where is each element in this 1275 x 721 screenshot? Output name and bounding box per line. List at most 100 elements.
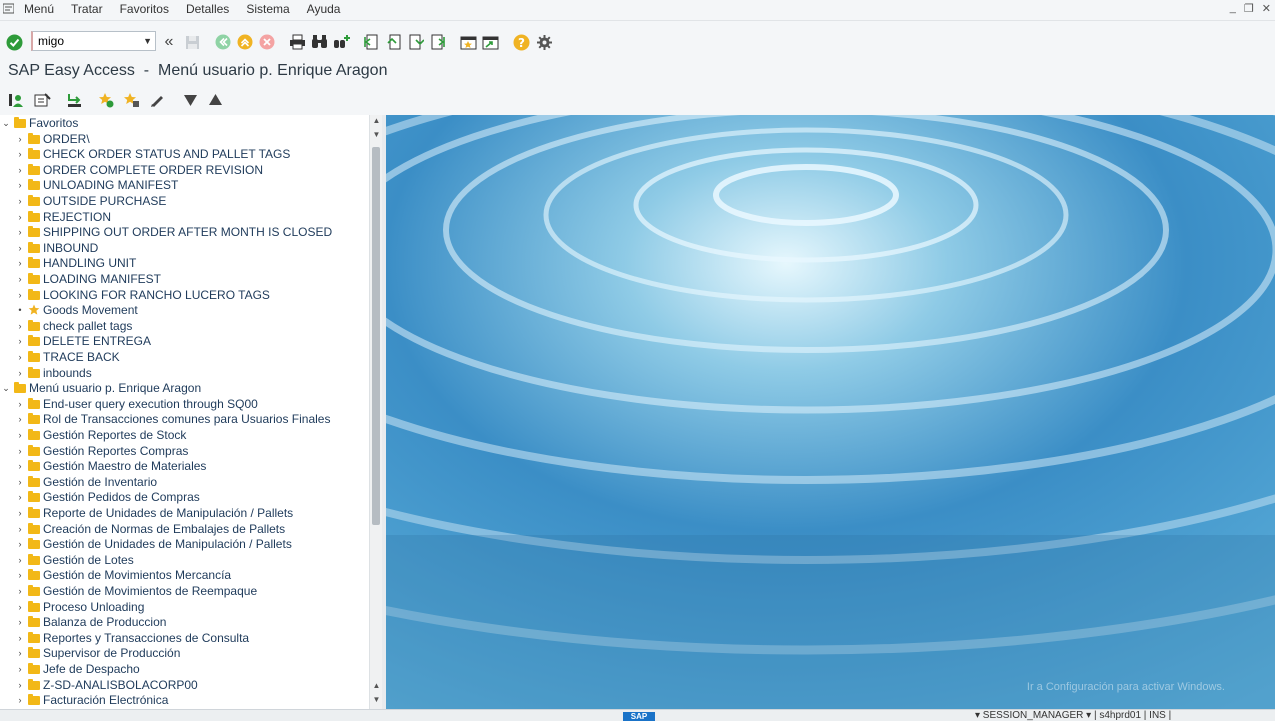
- menu-item-4[interactable]: Sistema: [246, 2, 289, 16]
- tree-item-favorite[interactable]: › ORDER\: [14, 131, 90, 147]
- first-page-button[interactable]: [362, 33, 380, 51]
- exit-button[interactable]: [236, 33, 254, 51]
- tree-item-favorite[interactable]: › SHIPPING OUT ORDER AFTER MONTH IS CLOSE…: [14, 224, 333, 240]
- menu-item-3[interactable]: Detalles: [186, 2, 229, 16]
- chevron-right-icon[interactable]: ›: [14, 321, 26, 331]
- chevron-right-icon[interactable]: ›: [14, 617, 26, 627]
- minimize-button[interactable]: _: [1230, 2, 1236, 15]
- tree-item-user-menu[interactable]: › Facturación Electrónica: [14, 692, 169, 708]
- chevron-right-icon[interactable]: ›: [14, 274, 26, 284]
- tree-item-user-menu[interactable]: › End-user query execution through SQ00: [14, 396, 258, 412]
- chevron-right-icon[interactable]: ›: [14, 165, 26, 175]
- tree-item-favorite[interactable]: › CHECK ORDER STATUS AND PALLET TAGS: [14, 146, 291, 162]
- chevron-right-icon[interactable]: ›: [14, 602, 26, 612]
- tree-item-user-menu[interactable]: › Gestión de Movimientos de Reempaque: [14, 583, 258, 599]
- tree-item-favorite[interactable]: › check pallet tags: [14, 318, 133, 334]
- tree-item-user-menu[interactable]: › Gestión de Movimientos Mercancía: [14, 567, 232, 583]
- chevron-right-icon[interactable]: ›: [14, 212, 26, 222]
- tree-item-user-menu[interactable]: › Reportes y Transacciones de Consulta: [14, 630, 250, 646]
- tree-root-favorites[interactable]: ⌄ Favoritos: [0, 115, 78, 131]
- tree-item-favorite[interactable]: › LOOKING FOR RANCHO LUCERO TAGS: [14, 287, 270, 303]
- tree-item-favorite[interactable]: › HANDLING UNIT: [14, 255, 137, 271]
- chevron-right-icon[interactable]: ›: [14, 243, 26, 253]
- tree-item-user-menu[interactable]: › Balanza de Produccion: [14, 614, 167, 630]
- command-field[interactable]: ▼: [31, 31, 156, 51]
- tree-item-user-menu[interactable]: › Gestión Pedidos de Compras: [14, 489, 200, 505]
- save-button[interactable]: [183, 33, 201, 51]
- tree-item-user-menu[interactable]: › Reporte de Unidades de Manipulación / P…: [14, 505, 294, 521]
- tree-item-user-menu[interactable]: › Gestión Reportes Compras: [14, 443, 189, 459]
- chevron-right-icon[interactable]: ›: [14, 290, 26, 300]
- chevron-right-icon[interactable]: ›: [14, 461, 26, 471]
- find-next-button[interactable]: [332, 33, 350, 51]
- tree-item-favorite[interactable]: › DELETE ENTREGA: [14, 333, 152, 349]
- tree-scrollbar[interactable]: ▲ ▼ ▲ ▼: [369, 115, 383, 709]
- user-menu-button[interactable]: [7, 91, 25, 109]
- new-session-button[interactable]: [459, 33, 477, 51]
- tree-item-favorite[interactable]: › ORDER COMPLETE ORDER REVISION: [14, 162, 264, 178]
- chevron-right-icon[interactable]: ›: [14, 695, 26, 705]
- add-to-favorites-button[interactable]: [97, 91, 115, 109]
- system-menu-icon[interactable]: [3, 3, 14, 14]
- tree-item-user-menu[interactable]: › Supervisor de Producción: [14, 645, 181, 661]
- tree-item-favorite[interactable]: › TRACE BACK: [14, 349, 120, 365]
- close-button[interactable]: ✕: [1262, 2, 1271, 15]
- tree-item-user-menu[interactable]: › Proceso Unloading: [14, 599, 145, 615]
- chevron-right-icon[interactable]: •: [14, 305, 26, 315]
- generate-shortcut-button[interactable]: [481, 33, 499, 51]
- chevron-right-icon[interactable]: ›: [14, 336, 26, 346]
- next-page-button[interactable]: [407, 33, 425, 51]
- chevron-right-icon[interactable]: ›: [14, 680, 26, 690]
- enter-button[interactable]: [5, 33, 23, 51]
- session-info[interactable]: ▾ SESSION_MANAGER ▾ | s4hprd01 | INS |: [975, 710, 1171, 721]
- chevron-right-icon[interactable]: ›: [14, 555, 26, 565]
- chevron-right-icon[interactable]: ›: [14, 570, 26, 580]
- delete-favorite-button[interactable]: [122, 91, 140, 109]
- menu-item-0[interactable]: Menú: [24, 2, 54, 16]
- tree-item-user-menu[interactable]: › Gestión Maestro de Materiales: [14, 458, 207, 474]
- tree-item-favorite[interactable]: › OUTSIDE PURCHASE: [14, 193, 167, 209]
- chevron-right-icon[interactable]: ›: [14, 352, 26, 362]
- tree-item-favorite[interactable]: › UNLOADING MANIFEST: [14, 177, 179, 193]
- chevron-right-icon[interactable]: ›: [14, 134, 26, 144]
- tree-item-favorite[interactable]: › inbounds: [14, 365, 92, 381]
- menu-item-5[interactable]: Ayuda: [307, 2, 341, 16]
- find-button[interactable]: [310, 33, 328, 51]
- change-favorite-button[interactable]: [148, 91, 166, 109]
- menu-item-2[interactable]: Favoritos: [120, 2, 169, 16]
- tree-item-user-menu[interactable]: › Gestión de Inventario: [14, 474, 158, 490]
- chevron-right-icon[interactable]: ›: [14, 492, 26, 502]
- tree-item-user-menu[interactable]: › Rol de Transacciones comunes para Usuar…: [14, 411, 331, 427]
- tree-item-user-menu[interactable]: › Gestión de Lotes: [14, 552, 134, 568]
- chevron-right-icon[interactable]: ›: [14, 446, 26, 456]
- chevron-right-icon[interactable]: ›: [14, 524, 26, 534]
- chevron-right-icon[interactable]: ›: [14, 477, 26, 487]
- chevron-right-icon[interactable]: ›: [14, 399, 26, 409]
- customize-layout-button[interactable]: [535, 33, 553, 51]
- cancel-button[interactable]: [258, 33, 276, 51]
- print-button[interactable]: [288, 33, 306, 51]
- help-button[interactable]: ?: [512, 33, 530, 51]
- scrollbar-thumb[interactable]: [372, 147, 380, 525]
- chevron-right-icon[interactable]: ›: [14, 149, 26, 159]
- tree-item-user-menu[interactable]: › Gestión de Unidades de Manipulación / P…: [14, 536, 292, 552]
- tree-item-favorite[interactable]: › LOADING MANIFEST: [14, 271, 162, 287]
- command-input[interactable]: [38, 33, 138, 49]
- chevron-right-icon[interactable]: ›: [14, 430, 26, 440]
- tree-item-user-menu[interactable]: › Gestión Reportes de Stock: [14, 427, 187, 443]
- chevron-right-icon[interactable]: ›: [14, 368, 26, 378]
- move-favorite-up-button[interactable]: [206, 91, 224, 109]
- last-page-button[interactable]: [429, 33, 447, 51]
- tree-item-favorite[interactable]: › INBOUND: [14, 240, 99, 256]
- chevron-right-icon[interactable]: ›: [14, 664, 26, 674]
- tree-item-user-menu[interactable]: › Jefe de Despacho: [14, 661, 140, 677]
- chevron-down-icon[interactable]: ⌄: [0, 383, 12, 394]
- sap-menu-button[interactable]: [33, 91, 51, 109]
- chevron-right-icon[interactable]: ›: [14, 539, 26, 549]
- tree-item-user-menu[interactable]: › Creación de Normas de Embalajes de Pall…: [14, 521, 286, 537]
- restore-button[interactable]: ❐: [1244, 2, 1254, 15]
- chevron-right-icon[interactable]: ›: [14, 586, 26, 596]
- tree-item-favorite[interactable]: • Goods Movement: [14, 302, 137, 318]
- chevron-right-icon[interactable]: ›: [14, 414, 26, 424]
- chevron-right-icon[interactable]: ›: [14, 180, 26, 190]
